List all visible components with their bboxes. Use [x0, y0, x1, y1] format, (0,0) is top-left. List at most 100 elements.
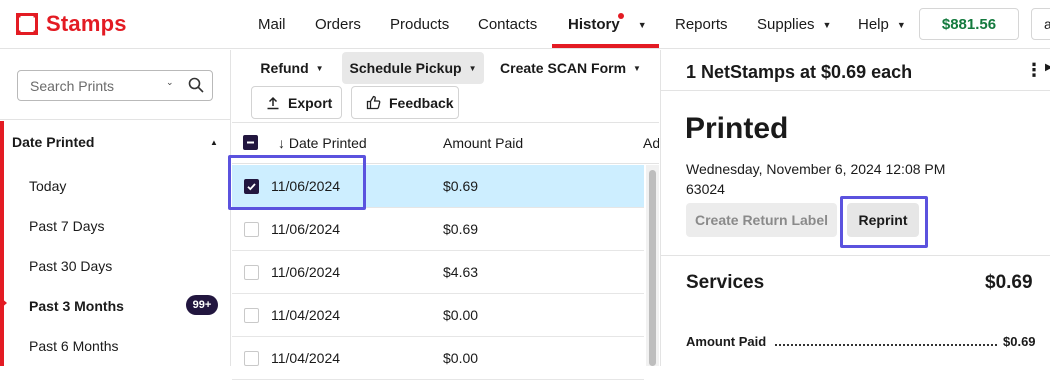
print-details-panel: 1 NetStamps at $0.69 each ⋮ ▶ Printed We… [660, 50, 1050, 366]
create-return-label-button[interactable]: Create Return Label [686, 203, 837, 237]
filter-group-indicator [0, 121, 4, 366]
brand-logo[interactable]: Stamps [16, 11, 127, 37]
nav-products[interactable]: Products [390, 0, 449, 49]
create-scan-form-label: Create SCAN Form [500, 60, 627, 76]
nav-help-label: Help [858, 16, 889, 33]
row-amount: $4.63 [443, 264, 479, 280]
row-date: 11/06/2024 [271, 178, 341, 194]
refund-label: Refund [260, 60, 309, 76]
row-checkbox[interactable] [244, 308, 259, 323]
chevron-down-icon: ▼ [633, 63, 641, 73]
column-amount-paid[interactable]: Amount Paid [443, 135, 523, 151]
account-menu-button[interactable]: a [1031, 8, 1050, 40]
services-label: Services [686, 272, 765, 293]
thumbs-up-icon [366, 95, 381, 110]
search-icon[interactable] [188, 77, 204, 98]
row-amount: $0.00 [443, 350, 479, 366]
nav-history[interactable]: History ▼ [568, 0, 647, 49]
row-date: 11/04/2024 [271, 307, 341, 323]
schedule-pickup-label: Schedule Pickup [349, 60, 462, 76]
row-date: 11/04/2024 [271, 350, 341, 366]
postage-balance-button[interactable]: $881.56 [919, 8, 1019, 40]
nav-supplies[interactable]: Supplies ▼ [757, 0, 831, 49]
nav-products-label: Products [390, 16, 450, 33]
divider [661, 255, 1050, 256]
feedback-label: Feedback [389, 94, 454, 111]
nav-reports-label: Reports [675, 16, 728, 33]
chevron-down-icon[interactable]: ⌄ [166, 77, 174, 88]
export-label: Export [288, 94, 333, 111]
table-row[interactable]: 11/04/2024 $0.00 [232, 294, 644, 337]
print-datetime: Wednesday, November 6, 2024 12:08 PM [686, 161, 946, 177]
table-header: ↓ Date Printed Amount Paid Ad [232, 122, 659, 164]
filter-group-title[interactable]: Date Printed [12, 134, 94, 150]
chevron-up-icon[interactable]: ▲ [210, 138, 218, 147]
select-all-checkbox[interactable] [243, 135, 258, 150]
nav-orders[interactable]: Orders [315, 0, 361, 49]
export-button[interactable]: Export [251, 86, 342, 119]
nav-history-label: History [568, 16, 620, 33]
print-zip: 63024 [686, 181, 725, 197]
column-address[interactable]: Ad [643, 135, 659, 151]
filter-past-30-days[interactable]: Past 30 Days [29, 258, 112, 274]
dotted-leader [775, 344, 997, 346]
row-checkbox[interactable] [244, 179, 259, 194]
row-amount: $0.00 [443, 307, 479, 323]
amount-paid-label: Amount Paid [686, 334, 767, 349]
row-date: 11/06/2024 [271, 264, 341, 280]
table-row[interactable]: 11/04/2024 $0.00 [232, 337, 644, 380]
amount-paid-value: $0.69 [1003, 334, 1036, 349]
row-checkbox[interactable] [244, 222, 259, 237]
row-amount: $0.69 [443, 221, 479, 237]
table-row[interactable]: 11/06/2024 $4.63 [232, 251, 644, 294]
list-toolbar: Refund ▼ Schedule Pickup ▼ Create SCAN For… [232, 50, 659, 122]
chevron-down-icon: ▼ [822, 19, 832, 30]
nav-mail[interactable]: Mail [258, 0, 286, 49]
selected-filter-marker [0, 297, 7, 309]
chevron-down-icon: ▼ [637, 19, 647, 30]
chevron-down-icon: ▼ [468, 63, 477, 73]
chevron-right-icon[interactable]: ▶ [1045, 62, 1050, 73]
filter-past-3-months[interactable]: Past 3 Months [29, 298, 124, 314]
search-input[interactable] [30, 76, 160, 96]
schedule-pickup-button[interactable]: Schedule Pickup ▼ [342, 52, 484, 84]
nav-reports[interactable]: Reports [675, 0, 728, 49]
nav-orders-label: Orders [315, 16, 361, 33]
print-status: Printed [685, 112, 789, 145]
reprint-button[interactable]: Reprint [847, 203, 919, 237]
filter-past-7-days[interactable]: Past 7 Days [29, 218, 104, 234]
filter-sidebar: ⌄ Date Printed ▲ Today Past 7 Days Past … [0, 50, 231, 366]
scrollbar-thumb[interactable] [649, 170, 656, 366]
nav-mail-label: Mail [258, 16, 286, 33]
services-total: $0.69 [985, 272, 1033, 293]
top-navigation: Stamps Mail Orders Products Contacts His… [0, 0, 1050, 49]
row-date: 11/06/2024 [271, 221, 341, 237]
row-amount: $0.69 [443, 178, 479, 194]
search-prints-box[interactable]: ⌄ [17, 70, 213, 101]
row-checkbox[interactable] [244, 351, 259, 366]
brand-name: Stamps [46, 11, 127, 36]
notification-dot [618, 13, 624, 19]
nav-contacts[interactable]: Contacts [478, 0, 537, 49]
details-title: 1 NetStamps at $0.69 each [686, 62, 913, 82]
nav-supplies-label: Supplies [757, 16, 815, 33]
more-options-icon[interactable]: ⋮ [1025, 60, 1043, 81]
chevron-down-icon: ▼ [315, 63, 324, 73]
divider [661, 90, 1050, 91]
filter-today[interactable]: Today [29, 178, 66, 194]
sidebar-search-area: ⌄ [0, 50, 231, 120]
active-tab-underline [552, 44, 659, 48]
feedback-button[interactable]: Feedback [351, 86, 459, 119]
nav-contacts-label: Contacts [478, 16, 538, 33]
filter-past-6-months[interactable]: Past 6 Months [29, 338, 119, 354]
row-checkbox[interactable] [244, 265, 259, 280]
column-date-printed[interactable]: ↓ Date Printed [278, 135, 367, 151]
nav-help[interactable]: Help ▼ [858, 0, 906, 49]
table-row[interactable]: 11/06/2024 $0.69 [232, 208, 644, 251]
create-scan-form-button[interactable]: Create SCAN Form ▼ [498, 52, 643, 84]
table-row[interactable]: 11/06/2024 $0.69 [232, 165, 644, 208]
count-badge: 99+ [186, 295, 218, 315]
refund-button[interactable]: Refund ▼ [257, 52, 327, 84]
stamp-logo-icon [16, 13, 38, 35]
upload-icon [267, 96, 279, 109]
